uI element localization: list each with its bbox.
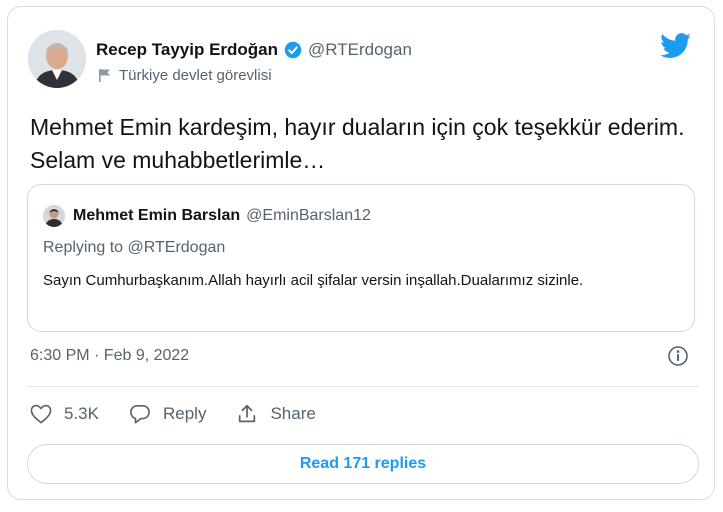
divider [27, 386, 699, 387]
like-count: 5.3K [64, 404, 99, 423]
read-replies-button[interactable]: Read 171 replies [27, 444, 699, 484]
heart-icon [30, 404, 52, 424]
reply-bubble-icon [130, 405, 150, 424]
quoted-tweet-text: Sayın Cumhurbaşkanım.Allah hayırlı acil … [43, 272, 584, 289]
quoted-author-avatar[interactable] [43, 205, 65, 227]
government-label[interactable]: Türkiye devlet görevlisi [98, 67, 272, 84]
tweet-timestamp[interactable]: 6:30 PM · Feb 9, 2022 [30, 347, 189, 365]
author-handle[interactable]: @RTErdogan [308, 40, 412, 60]
quoted-author-name: Mehmet Emin Barslan [73, 207, 241, 224]
author-name[interactable]: Recep Tayyip Erdoğan [96, 40, 278, 60]
like-button[interactable]: 5.3K [30, 404, 99, 424]
verified-badge-icon [284, 41, 302, 59]
government-label-text: Türkiye devlet görevlisi [119, 67, 272, 84]
flag-icon [98, 68, 111, 83]
share-button[interactable]: Share [236, 403, 316, 425]
author-name-row: Recep Tayyip Erdoğan @RTErdogan [96, 40, 412, 60]
tweet-text: Mehmet Emin kardeşim, hayır duaların içi… [30, 114, 685, 173]
share-label: Share [270, 404, 316, 423]
twitter-bird-icon[interactable] [660, 33, 692, 64]
tweet-card: Recep Tayyip Erdoğan @RTErdogan Türkiye … [7, 6, 715, 500]
replying-to-text: Replying to @RTErdogan [43, 239, 226, 256]
reply-button[interactable]: Reply [129, 404, 206, 424]
quoted-tweet[interactable]: Mehmet Emin Barslan @EminBarslan12 Reply… [27, 184, 695, 332]
quoted-author-handle: @EminBarslan12 [246, 207, 371, 224]
tweet-actions: 5.3K Reply Share [30, 403, 346, 425]
info-icon[interactable] [667, 345, 689, 372]
avatar-portrait [28, 30, 86, 88]
reply-label: Reply [162, 404, 207, 423]
quoted-author-row: Mehmet Emin Barslan @EminBarslan12 [43, 205, 371, 227]
author-avatar[interactable] [28, 30, 86, 88]
share-icon [239, 404, 256, 423]
